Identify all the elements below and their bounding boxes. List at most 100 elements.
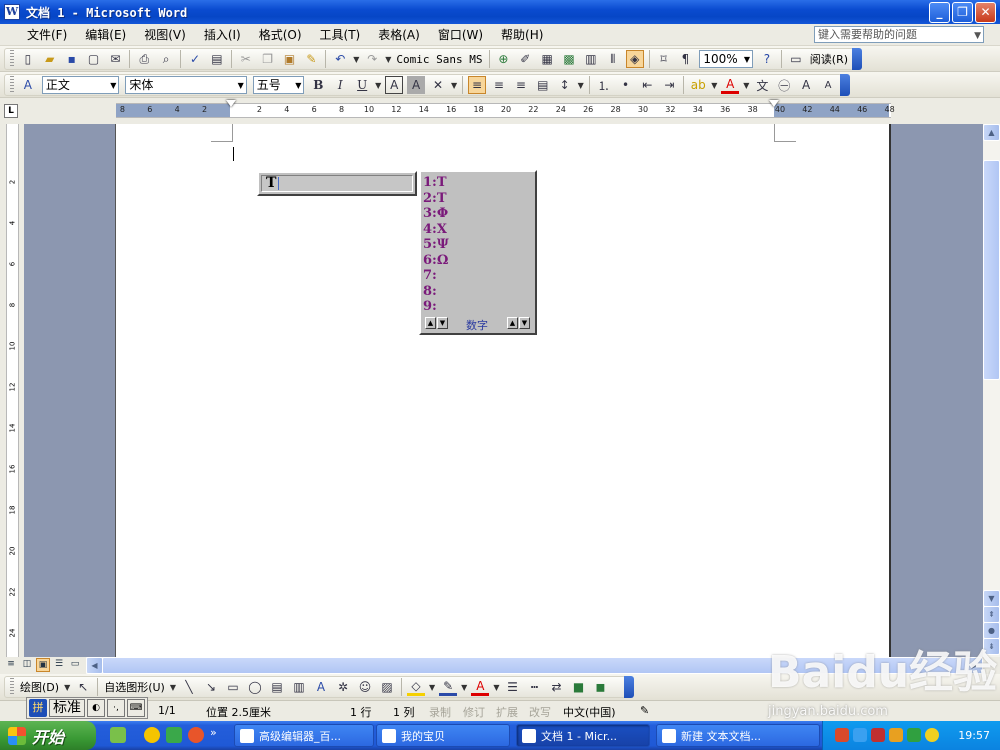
- half-width-icon[interactable]: ◐: [87, 699, 105, 717]
- bullets-icon[interactable]: •: [617, 76, 635, 94]
- candidate-item-2[interactable]: 2:Τ: [423, 191, 449, 207]
- permission-icon[interactable]: ▢: [85, 50, 103, 68]
- line-icon[interactable]: ╲: [180, 678, 198, 696]
- clipart-icon[interactable]: ☺: [356, 678, 374, 696]
- line-spacing-icon[interactable]: ↕: [556, 76, 574, 94]
- autoshapes-button[interactable]: 自选图形(U): [101, 679, 168, 695]
- shield-icon[interactable]: [907, 728, 921, 742]
- underline-button[interactable]: U: [353, 76, 371, 94]
- open-folder-icon[interactable]: ▰: [41, 50, 59, 68]
- distributed-icon[interactable]: ▤: [534, 76, 552, 94]
- select-objects-icon[interactable]: ↖: [74, 678, 92, 696]
- horizontal-scrollbar[interactable]: ◀ ▶: [86, 657, 983, 674]
- ruler-strip[interactable]: 8 6 4 2 2 4 6 8 10 12 14 16 18 20 22 24 26 28 30 32 34 36 38 40…: [116, 100, 895, 118]
- document-map-icon[interactable]: ◈: [625, 50, 644, 68]
- show-hide-icon[interactable]: ⌑: [655, 50, 673, 68]
- tray-icon[interactable]: [853, 728, 867, 742]
- scroll-down-icon[interactable]: ▼: [983, 590, 1000, 607]
- chevron-down-icon[interactable]: ▼: [64, 683, 70, 692]
- rectangle-icon[interactable]: ▭: [224, 678, 242, 696]
- line-spacing-dropdown-icon[interactable]: ▼: [578, 81, 584, 90]
- shrink-font-icon[interactable]: A: [819, 76, 837, 94]
- toolbar-options-icon[interactable]: [852, 48, 862, 70]
- soft-keyboard-icon[interactable]: ⌨: [127, 699, 145, 717]
- research-icon[interactable]: ▤: [208, 50, 226, 68]
- bold-button[interactable]: B: [309, 76, 327, 94]
- print-layout-icon[interactable]: ▣: [36, 658, 50, 672]
- help-icon[interactable]: ?: [758, 50, 776, 68]
- ime-composition-input[interactable]: T: [261, 175, 413, 192]
- print-icon[interactable]: ⎙: [135, 50, 153, 68]
- phonetic-guide-icon[interactable]: 文: [753, 76, 771, 94]
- undo-dropdown-icon[interactable]: ▼: [353, 55, 359, 64]
- picture-icon[interactable]: ▨: [378, 678, 396, 696]
- menu-insert[interactable]: 插入(I): [195, 26, 250, 43]
- normal-view-icon[interactable]: ≡: [4, 658, 18, 672]
- save-icon[interactable]: ▪: [63, 50, 81, 68]
- paste-icon[interactable]: ▣: [281, 50, 299, 68]
- menu-window[interactable]: 窗口(W): [429, 26, 492, 43]
- menu-file[interactable]: 文件(F): [18, 26, 76, 43]
- taskbar-item[interactable]: 新建 文本文档...: [656, 724, 820, 747]
- numbering-icon[interactable]: ⒈: [595, 76, 613, 94]
- chevron-down-icon[interactable]: ▼: [110, 78, 116, 94]
- cut-icon[interactable]: ✂: [237, 50, 255, 68]
- paragraph-mark-icon[interactable]: ¶: [677, 50, 695, 68]
- menu-help[interactable]: 帮助(H): [492, 26, 552, 43]
- char-shading-icon[interactable]: A: [407, 76, 426, 94]
- tray-icon[interactable]: [889, 728, 903, 742]
- insert-excel-icon[interactable]: ▩: [560, 50, 578, 68]
- ime-mode-button[interactable]: 标准: [49, 699, 85, 717]
- quicklaunch-icon[interactable]: [166, 727, 182, 743]
- align-right-icon[interactable]: ≡: [512, 76, 530, 94]
- align-justify-left-icon[interactable]: ≡: [468, 76, 487, 94]
- decrease-indent-icon[interactable]: ⇤: [639, 76, 657, 94]
- punctuation-icon[interactable]: ·,: [107, 699, 125, 717]
- spelling-status-icon[interactable]: ✎: [640, 704, 649, 717]
- candidate-item-8[interactable]: 8:: [423, 284, 449, 300]
- toolbar-options-icon[interactable]: [840, 74, 850, 96]
- highlight-dropdown-icon[interactable]: ▼: [711, 81, 717, 90]
- italic-button[interactable]: I: [331, 76, 349, 94]
- highlight-icon[interactable]: ab: [689, 76, 707, 94]
- line-color-icon[interactable]: ✎: [439, 678, 458, 696]
- tray-icon[interactable]: [871, 728, 885, 742]
- candidate-item-1[interactable]: 1:Τ: [423, 175, 449, 191]
- 3d-icon[interactable]: ◼: [591, 678, 609, 696]
- undo-icon[interactable]: ↶: [331, 50, 349, 68]
- font-color-dropdown-icon[interactable]: ▼: [743, 81, 749, 90]
- underline-dropdown-icon[interactable]: ▼: [375, 81, 381, 90]
- reading-view-icon[interactable]: ▭: [68, 658, 82, 672]
- web-view-icon[interactable]: ◫: [20, 658, 34, 672]
- font-color-icon[interactable]: A: [471, 678, 490, 696]
- tab-selector-icon[interactable]: L: [4, 104, 18, 118]
- enclose-char-icon[interactable]: ㊀: [775, 76, 793, 94]
- chevron-down-icon[interactable]: ▼: [429, 683, 435, 692]
- candidate-item-6[interactable]: 6:Ω: [423, 253, 449, 269]
- chevron-down-icon[interactable]: ▼: [170, 683, 176, 692]
- scroll-up-icon[interactable]: ▲: [983, 124, 1000, 141]
- line-style-icon[interactable]: ☰: [503, 678, 521, 696]
- status-record[interactable]: 录制: [429, 704, 451, 720]
- help-search-input[interactable]: 键入需要帮助的问题 ▼: [814, 26, 984, 43]
- candidate-item-9[interactable]: 9:: [423, 299, 449, 315]
- menu-edit[interactable]: 编辑(E): [76, 26, 135, 43]
- font-size-select[interactable]: 五号 ▼: [252, 76, 305, 94]
- previous-page-icon[interactable]: ⇞: [983, 606, 1000, 623]
- first-line-indent-marker[interactable]: [226, 100, 236, 107]
- taskbar-item[interactable]: 高级编辑器_百...: [234, 724, 374, 747]
- insert-table-icon[interactable]: ▦: [538, 50, 556, 68]
- outline-view-icon[interactable]: ☰: [52, 658, 66, 672]
- chevron-down-icon[interactable]: ▼: [238, 78, 244, 94]
- word-app-icon[interactable]: W: [4, 4, 20, 20]
- increase-indent-icon[interactable]: ⇥: [660, 76, 678, 94]
- styles-icon[interactable]: A: [19, 76, 37, 94]
- read-mode-icon[interactable]: ▭: [787, 50, 805, 68]
- chevron-down-icon[interactable]: ▼: [461, 683, 467, 692]
- vertical-ruler-strip[interactable]: 2 4 6 8 10 12 14 16 18 20 22 24: [6, 124, 19, 657]
- minimize-button[interactable]: _: [929, 2, 950, 23]
- taskbar-item-active[interactable]: 文档 1 - Micr...: [516, 724, 650, 747]
- redo-dropdown-icon[interactable]: ▼: [385, 55, 391, 64]
- taskbar-item[interactable]: 我的宝贝: [376, 724, 510, 747]
- char-border-icon[interactable]: A: [385, 76, 404, 94]
